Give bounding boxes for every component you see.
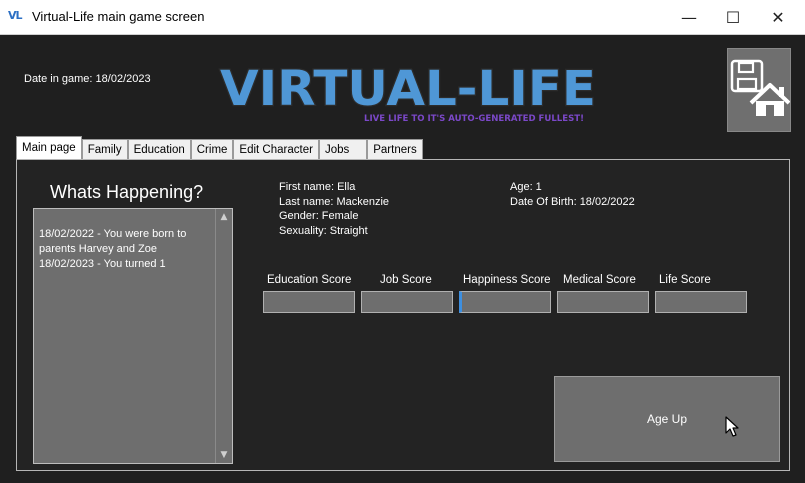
happiness-score-label: Happiness Score: [463, 274, 551, 286]
sexuality-label: Sexuality: Straight: [279, 224, 368, 237]
event-item: 18/02/2023 - You turned 1: [39, 258, 166, 270]
logo-tagline: LIVE LIFE TO IT'S AUTO-GENERATED FULLEST…: [364, 114, 584, 124]
title-bar: VL Virtual-Life main game screen — ☐ ✕: [0, 0, 805, 35]
life-score-bar: [655, 291, 747, 313]
tab-jobs[interactable]: Jobs: [318, 139, 368, 159]
mouse-pointer-icon: [725, 416, 739, 437]
job-score-label: Job Score: [380, 274, 432, 286]
main-tab-strip: Main page Family Education Crime Edit Ch…: [16, 136, 423, 159]
tab-edit-character[interactable]: Edit Character: [233, 139, 319, 159]
gender-label: Gender: Female: [279, 210, 359, 222]
scroll-up-arrow-icon[interactable]: ▲: [218, 212, 230, 222]
events-scrollbar[interactable]: ▲ ▼: [215, 209, 232, 463]
first-name-label: First name: Ella: [279, 181, 356, 193]
tab-partners[interactable]: Partners: [367, 139, 423, 159]
minimize-button[interactable]: —: [666, 4, 712, 30]
window-title: Virtual-Life main game screen: [32, 9, 205, 24]
logo-title: VIRTUAL-LIFE: [220, 61, 596, 117]
education-score-bar: [263, 291, 355, 313]
tab-family[interactable]: Family: [81, 139, 128, 159]
age-label: Age: 1: [510, 181, 542, 193]
education-score-label: Education Score: [267, 274, 352, 286]
events-log[interactable]: 18/02/2022 - You were born to parents Ha…: [33, 208, 233, 464]
character-info-right: Age: 1 Date Of Birth: 18/02/2022: [510, 180, 635, 209]
tab-crime[interactable]: Crime: [190, 139, 234, 159]
app-icon: VL: [8, 9, 23, 22]
job-score-bar: [361, 291, 453, 313]
life-score-label: Life Score: [659, 274, 711, 286]
medical-score-bar: [557, 291, 649, 313]
medical-score-label: Medical Score: [563, 274, 636, 286]
scroll-down-arrow-icon[interactable]: ▼: [218, 450, 230, 460]
close-button[interactable]: ✕: [755, 4, 801, 30]
save-home-icon: [730, 59, 791, 116]
age-up-button[interactable]: Age Up: [554, 376, 780, 462]
dob-label: Date Of Birth: 18/02/2022: [510, 195, 635, 208]
character-info-left: First name: Ella Last name: Mackenzie Ge…: [279, 180, 389, 238]
events-list: 18/02/2022 - You were born to parents Ha…: [39, 227, 214, 272]
save-home-button[interactable]: [727, 48, 791, 132]
in-game-date: Date in game: 18/02/2023: [24, 73, 151, 85]
whats-happening-title: Whats Happening?: [50, 182, 204, 202]
tab-education[interactable]: Education: [127, 139, 191, 159]
maximize-button[interactable]: ☐: [710, 4, 756, 30]
tab-main-page[interactable]: Main page: [16, 136, 82, 159]
virtual-life-logo: VIRTUAL-LIFE LIVE LIFE TO IT'S AUTO-GENE…: [218, 57, 598, 127]
last-name-label: Last name: Mackenzie: [279, 195, 390, 208]
event-item: 18/02/2022 - You were born to parents Ha…: [39, 228, 187, 255]
happiness-score-bar: [459, 291, 551, 313]
